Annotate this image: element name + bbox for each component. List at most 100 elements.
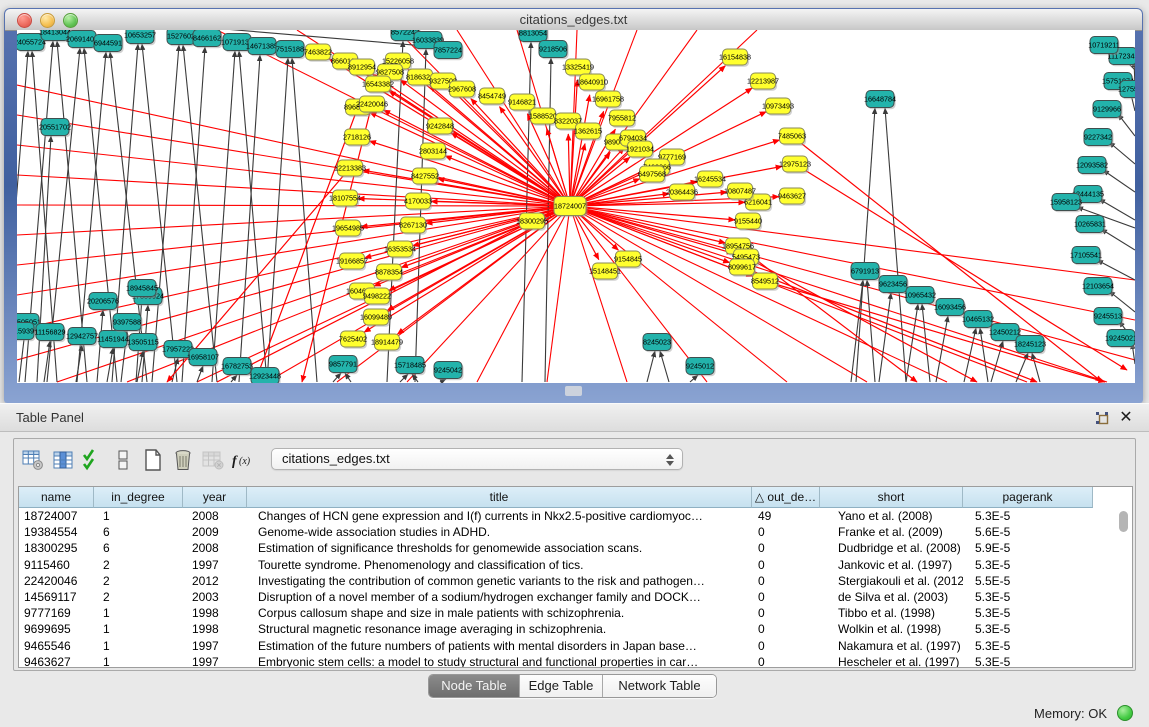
show-columns-button[interactable] — [48, 447, 78, 477]
network-window-titlebar[interactable]: citations_edges.txt — [5, 9, 1142, 31]
network-node[interactable]: 16353534 — [384, 241, 416, 259]
network-node[interactable]: 12755218 — [1118, 81, 1135, 100]
network-node[interactable]: 12093582 — [1076, 157, 1108, 176]
float-panel-icon[interactable] — [1095, 411, 1109, 425]
network-node[interactable]: 8454749 — [478, 88, 506, 106]
network-node[interactable]: 7625402 — [339, 331, 367, 349]
network-node[interactable]: 16648784 — [864, 91, 896, 110]
network-node[interactable]: 9242848 — [426, 118, 454, 136]
network-node[interactable]: 18640910 — [576, 74, 608, 92]
network-node[interactable]: 10973493 — [762, 98, 794, 116]
table-row[interactable]: 911546021997Tourette syndrome. Phenomeno… — [19, 557, 1132, 573]
network-node[interactable]: 9857791 — [329, 356, 359, 375]
network-node[interactable]: 12975123 — [779, 156, 811, 174]
network-node[interactable]: 10965432 — [904, 287, 936, 306]
column-header-pagerank[interactable]: pagerank — [963, 487, 1093, 508]
new-table-button[interactable] — [138, 447, 168, 477]
column-header-in_degree[interactable]: in_degree — [94, 487, 183, 508]
delete-table-button[interactable] — [168, 447, 198, 477]
network-node[interactable]: 22420046 — [356, 96, 388, 114]
network-node[interactable]: 18724007 — [554, 197, 588, 218]
network-node[interactable]: 15148451 — [589, 263, 621, 281]
network-node[interactable]: 8245023 — [643, 334, 673, 353]
network-node[interactable]: 2967608 — [448, 81, 476, 99]
network-node[interactable]: 10807487 — [724, 183, 756, 201]
network-node[interactable]: 10265831 — [1074, 216, 1106, 235]
network-node[interactable]: 9397588 — [113, 314, 143, 333]
network-node[interactable]: 16958107 — [187, 349, 219, 368]
column-header-year[interactable]: year — [183, 487, 247, 508]
network-node[interactable]: 16154838 — [719, 49, 751, 67]
column-header-short[interactable]: short — [820, 487, 963, 508]
network-node[interactable]: 9155440 — [734, 213, 762, 231]
network-node[interactable]: 18914479 — [371, 334, 403, 352]
network-node[interactable]: 8099617 — [728, 259, 756, 277]
tab-edge-table[interactable]: Edge Table — [519, 675, 602, 697]
network-node[interactable]: 2803144 — [419, 143, 447, 161]
network-node[interactable]: 9245012 — [686, 358, 716, 377]
network-node[interactable]: 6497568 — [638, 166, 666, 184]
network-canvas[interactable]: 2405572418413044206914066944591106532571… — [17, 30, 1135, 383]
network-node[interactable]: 7485063 — [778, 128, 806, 146]
column-header-name[interactable]: name — [19, 487, 94, 508]
vertical-scrollbar-thumb[interactable] — [1119, 511, 1128, 532]
network-node[interactable]: 12213383 — [334, 160, 366, 178]
row-height-button[interactable] — [108, 447, 138, 477]
network-node[interactable]: 15958123 — [1050, 194, 1082, 213]
network-node[interactable]: 10465132 — [962, 311, 994, 330]
network-node[interactable]: 16245534 — [694, 171, 726, 189]
network-node[interactable]: 9245042 — [434, 362, 464, 381]
network-node[interactable]: 1588520 — [529, 108, 557, 126]
network-node[interactable]: 19166857 — [336, 253, 368, 271]
network-node[interactable]: 1921034 — [626, 141, 654, 159]
network-node[interactable]: 20206576 — [87, 293, 119, 312]
network-node[interactable]: 9915939 — [17, 323, 36, 342]
table-row[interactable]: 969969511998Structural magnetic resonanc… — [19, 621, 1132, 637]
close-panel-icon[interactable]: ✕ — [1117, 407, 1135, 429]
network-window[interactable]: citations_edges.txt 24055724184130442069… — [4, 8, 1143, 403]
network-node[interactable]: 7515188 — [276, 41, 306, 60]
network-node[interactable]: 12923448 — [249, 368, 281, 384]
network-node[interactable]: 8427552 — [411, 168, 439, 186]
network-node[interactable]: 9129966 — [1093, 101, 1123, 120]
network-node[interactable]: 8466162 — [193, 30, 223, 48]
tab-network-table[interactable]: Network Table — [602, 675, 716, 697]
function-builder-button[interactable]: f(x) — [228, 447, 258, 477]
network-node[interactable]: 18245123 — [1014, 336, 1046, 355]
network-node[interactable]: 1362615 — [574, 123, 602, 141]
table-row[interactable]: 1938455462009Genome-wide association stu… — [19, 524, 1132, 540]
network-node[interactable]: 6944591 — [94, 35, 124, 54]
network-node[interactable]: 13505115 — [127, 334, 158, 353]
network-node[interactable]: 4170033 — [404, 193, 432, 211]
window-resize-grip[interactable] — [565, 386, 582, 396]
table-row[interactable]: 1872400712008Changes of HCN gene express… — [19, 508, 1132, 524]
network-node[interactable]: 9498222 — [363, 288, 391, 306]
network-node[interactable]: 8878354 — [375, 264, 403, 282]
network-node[interactable]: 10653257 — [124, 30, 156, 45]
network-node[interactable]: 12103654 — [1082, 278, 1114, 297]
table-row[interactable]: 946554611997Estimation of the future num… — [19, 638, 1132, 654]
network-node[interactable]: 20364436 — [666, 184, 698, 202]
column-header-title[interactable]: title — [247, 487, 752, 508]
network-node[interactable]: 20551702 — [39, 119, 71, 138]
network-node[interactable]: 9463627 — [778, 188, 806, 206]
column-header-out_de[interactable]: △ out_de… — [752, 487, 820, 508]
tab-node-table[interactable]: Node Table — [429, 675, 519, 697]
select-all-button[interactable] — [78, 447, 108, 477]
network-node[interactable]: 7857224 — [434, 42, 464, 61]
network-node[interactable]: 19245021 — [1105, 330, 1135, 349]
network-node[interactable]: 11451944 — [97, 331, 128, 350]
network-node[interactable]: 10719211 — [1088, 37, 1119, 56]
network-node[interactable]: 9227342 — [1084, 129, 1114, 148]
table-row[interactable]: 1830029562008Estimation of significance … — [19, 540, 1132, 556]
network-node[interactable]: 17105541 — [1070, 247, 1102, 266]
network-node[interactable]: 2718126 — [343, 129, 371, 147]
network-node[interactable]: 12942757 — [66, 328, 98, 347]
network-node[interactable]: 9245513 — [1094, 308, 1124, 327]
table-selector-dropdown[interactable]: citations_edges.txt — [271, 448, 683, 470]
network-node[interactable]: 16543382 — [362, 76, 394, 94]
table-row[interactable]: 977716911998Corpus callosum shape and si… — [19, 605, 1132, 621]
network-node[interactable]: 16099489 — [360, 309, 392, 327]
table-row[interactable]: 2242004622012Investigating the contribut… — [19, 573, 1132, 589]
network-node[interactable]: 18107554 — [329, 190, 361, 208]
